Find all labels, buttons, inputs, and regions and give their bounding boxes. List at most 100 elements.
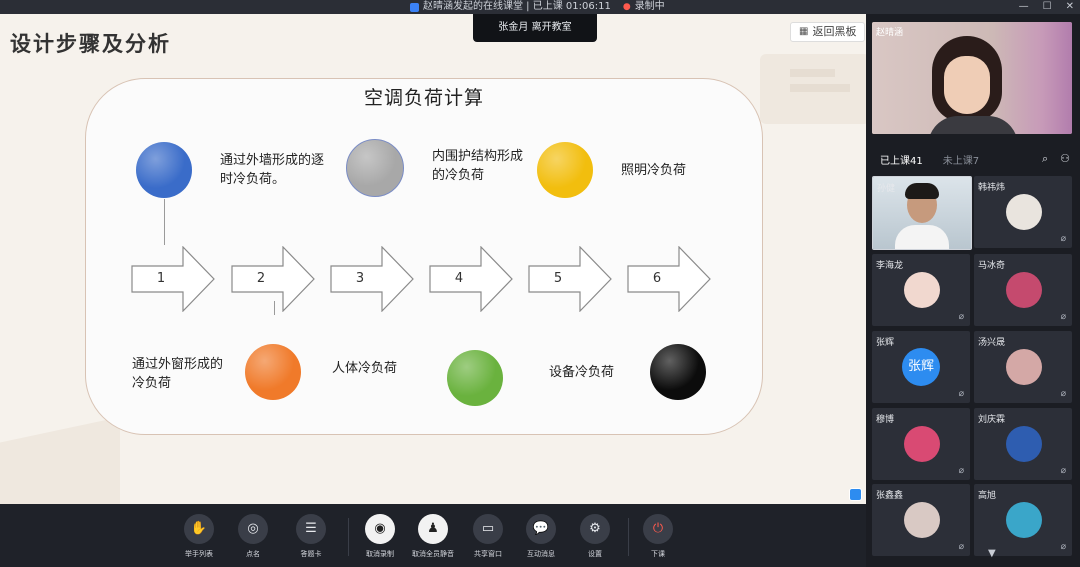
student-card[interactable]: 韩祎炜 ⌀ <box>974 176 1072 248</box>
step-arrow-3: 3 <box>330 246 414 312</box>
mic-muted-icon[interactable]: ⌀ <box>959 312 964 322</box>
leave-notice-toast: 张金月 离开教室 <box>473 14 597 42</box>
hand-icon: ✋ <box>184 514 214 544</box>
step-number: 4 <box>454 271 464 286</box>
student-name: 韩祎炜 <box>978 183 1006 193</box>
step-number: 2 <box>256 271 266 286</box>
roll-call-button[interactable]: ◎ 点名 <box>223 514 283 559</box>
tool-label: 答题卡 <box>300 550 322 558</box>
close-button[interactable]: ✕ <box>1066 0 1074 14</box>
step-number: 5 <box>553 271 563 286</box>
student-card[interactable]: 张辉 张辉 ⌀ <box>872 331 970 403</box>
student-body <box>895 225 949 249</box>
maximize-button[interactable]: ☐ <box>1043 0 1052 14</box>
tab-joined[interactable]: 已上课41 <box>880 152 923 167</box>
attendance-tabs: 已上课41 未上课7 <box>880 152 979 167</box>
user-manage-icon[interactable]: ⚇ <box>1060 152 1070 166</box>
mic-muted-icon[interactable]: ⌀ <box>1061 312 1066 322</box>
student-card[interactable]: 张鑫鑫 ⌀ <box>872 484 970 556</box>
wall-load-circle <box>136 142 192 198</box>
class-status: 赵晴涵发起的在线课堂 | 已上课 01:06:11 ● 录制中 <box>410 0 665 14</box>
toolbar-divider <box>348 518 349 556</box>
recording-dot-icon: ● <box>622 2 631 12</box>
student-card[interactable]: 刘庆霖 ⌀ <box>974 408 1072 480</box>
student-name: 刘庆霖 <box>978 415 1006 425</box>
mic-muted-icon[interactable]: ⌀ <box>1061 466 1066 476</box>
student-card[interactable]: 汤兴晟 ⌀ <box>974 331 1072 403</box>
step-arrow-4: 4 <box>429 246 513 312</box>
end-class-button[interactable]: ⏻ 下课 <box>628 514 688 559</box>
lighting-circle <box>537 142 593 198</box>
mic-muted-icon[interactable]: ⌀ <box>959 389 964 399</box>
live-class-icon <box>410 2 419 12</box>
avatar <box>1006 426 1042 462</box>
teacher-video: 赵晴涵 <box>872 22 1072 134</box>
class-title: 赵晴涵发起的在线课堂 | 已上课 01:06:11 <box>423 1 611 12</box>
share-window-button[interactable]: ▭ 共享窗口 <box>458 514 518 559</box>
search-icon[interactable]: ⌕ <box>1042 152 1048 166</box>
answer-card-icon: ☰ <box>296 514 326 544</box>
tab-not-joined[interactable]: 未上课7 <box>943 152 979 167</box>
decorative-shape <box>0 416 120 504</box>
mic-muted-icon[interactable]: ⌀ <box>959 466 964 476</box>
chevron-down-icon[interactable]: ▼ <box>988 548 996 559</box>
tool-label: 取消全员静音 <box>412 550 454 558</box>
avatar <box>904 502 940 538</box>
mic-muted-icon[interactable]: ⌀ <box>1061 389 1066 399</box>
student-card[interactable]: 高旭 ⌀ <box>974 484 1072 556</box>
step-arrow-2: 2 <box>231 246 315 312</box>
connector-line <box>164 199 165 245</box>
human-load-circle <box>447 350 503 406</box>
student-name: 汤兴晟 <box>978 338 1006 348</box>
unmute-all-button[interactable]: ♟ 取消全员静音 <box>403 514 463 559</box>
mic-muted-icon[interactable]: ⌀ <box>1061 542 1066 552</box>
answer-card-button[interactable]: ☰ 答题卡 <box>281 514 341 559</box>
panel-title: 空调负荷计算 <box>363 87 484 109</box>
tool-label: 下课 <box>651 550 665 558</box>
step-arrow-1: 1 <box>131 246 215 312</box>
back-to-board-button[interactable]: ▦ 返回黑板 <box>790 22 866 42</box>
step-arrow-5: 5 <box>528 246 612 312</box>
settings-button[interactable]: ⚙ 设置 <box>565 514 625 559</box>
window-load-label: 通过外窗形成的冷负荷 <box>132 357 224 391</box>
student-card[interactable]: 穆博 ⌀ <box>872 408 970 480</box>
decorative-line <box>790 84 850 92</box>
tool-label: 点名 <box>246 550 260 558</box>
slide-title: 设计步骤及分析 <box>10 32 171 56</box>
human-load-label: 人体冷负荷 <box>332 361 398 376</box>
grid-icon: ▦ <box>799 26 809 37</box>
avatar <box>1006 349 1042 385</box>
back-to-board-label: 返回黑板 <box>812 25 857 38</box>
tool-label: 设置 <box>588 550 602 558</box>
avatar <box>1006 194 1042 230</box>
mic-muted-icon[interactable]: ⌀ <box>959 542 964 552</box>
mute-all-icon: ♟ <box>418 514 448 544</box>
power-icon: ⏻ <box>643 514 673 544</box>
gear-icon: ⚙ <box>580 514 610 544</box>
tool-label: 共享窗口 <box>474 550 502 558</box>
student-name: 李海龙 <box>876 261 904 271</box>
raise-hand-list-button[interactable]: ✋ 举手列表 <box>169 514 229 559</box>
decorative-line <box>790 69 835 77</box>
minimize-button[interactable]: — <box>1019 0 1029 14</box>
presentation-slide: 设计步骤及分析 ▦ 返回黑板 空调负荷计算 通过外墙形成的逐时冷负荷。 内围护结… <box>0 14 866 504</box>
avatar <box>1006 272 1042 308</box>
interactive-messages-button[interactable]: 💬 互动消息 <box>511 514 571 559</box>
step-number: 6 <box>652 271 662 286</box>
step-number: 1 <box>156 271 166 286</box>
student-card[interactable]: 孙健 <box>872 176 972 250</box>
student-name: 张鑫鑫 <box>876 491 904 501</box>
student-name: 高旭 <box>978 491 997 501</box>
roll-call-icon: ◎ <box>238 514 268 544</box>
mic-muted-icon[interactable]: ⌀ <box>1061 234 1066 244</box>
chat-bubble-icon[interactable] <box>849 488 862 501</box>
cancel-recording-button[interactable]: ◉ 取消录制 <box>350 514 410 559</box>
wall-load-label: 通过外墙形成的逐时冷负荷。 <box>220 153 325 187</box>
participant-sidebar: 赵晴涵 已上课41 未上课7 ⌕ ⚇ 孙健 韩祎炜 ⌀ 李海龙 ⌀ 马冰奇 ⌀ … <box>866 14 1080 567</box>
teacher-face <box>944 56 990 114</box>
avatar: 张辉 <box>902 348 940 386</box>
internal-structure-label: 内围护结构形成的冷负荷 <box>432 149 524 183</box>
student-card[interactable]: 李海龙 ⌀ <box>872 254 970 326</box>
avatar <box>904 426 940 462</box>
student-card[interactable]: 马冰奇 ⌀ <box>974 254 1072 326</box>
